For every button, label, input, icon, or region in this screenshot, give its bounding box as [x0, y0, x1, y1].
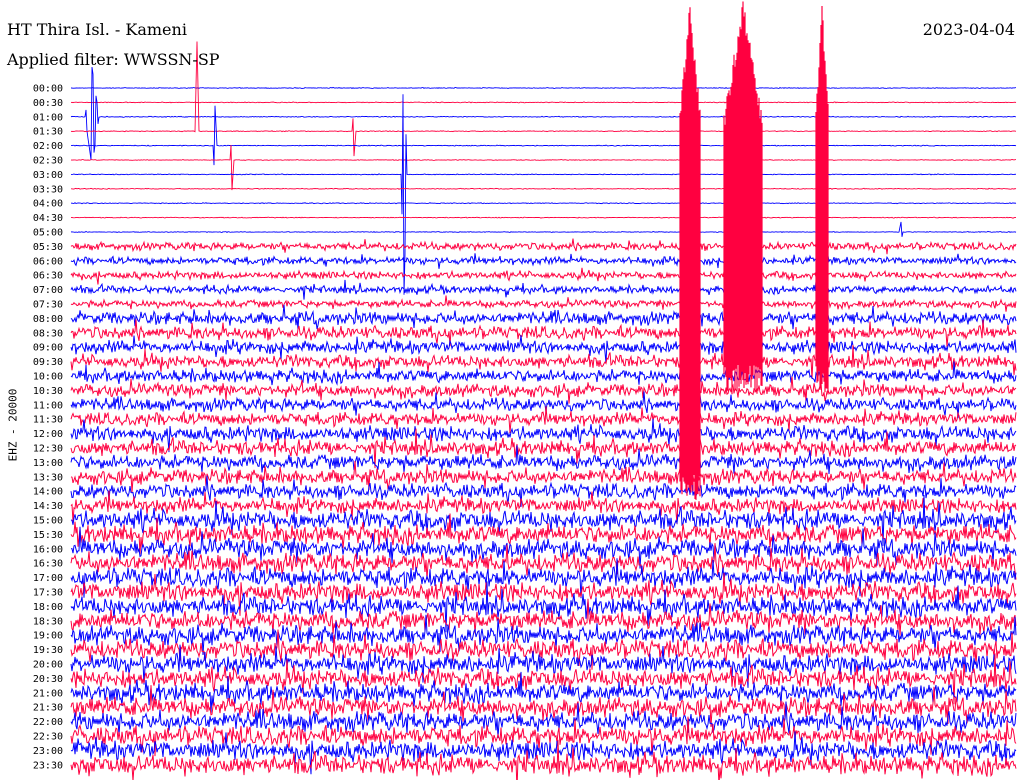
- tick-label: 11:00: [33, 400, 63, 411]
- tick-label: 03:00: [33, 170, 63, 181]
- tick-label: 12:00: [33, 429, 63, 440]
- tick-label: 12:30: [33, 444, 63, 455]
- tick-label: 16:30: [33, 559, 63, 570]
- trace-row-0330: [71, 187, 1017, 190]
- trace-row-0300: [71, 94, 1017, 295]
- trace-row-0830: [70, 319, 1017, 347]
- trace-row-0500: [70, 221, 1017, 237]
- tick-label: 09:00: [33, 343, 63, 354]
- tick-label: 05:30: [33, 242, 63, 253]
- tick-label: 15:30: [33, 530, 63, 541]
- tick-label: 17:00: [33, 573, 63, 584]
- tick-label: 03:30: [33, 184, 63, 195]
- tick-label: 23:00: [33, 746, 63, 757]
- filter-label: Applied filter: WWSSN-SP: [7, 50, 220, 69]
- trace-row-0230: [70, 144, 1017, 191]
- tick-label: 16:00: [33, 544, 63, 555]
- tick-label: 15:00: [33, 516, 63, 527]
- tick-label: 21:00: [33, 688, 63, 699]
- trace-row-0430: [70, 216, 1017, 219]
- station-title: HT Thira Isl. - Kameni: [7, 20, 187, 39]
- trace-row-0400: [70, 202, 1017, 205]
- tick-label: 14:30: [33, 501, 63, 512]
- trace-group: [70, 1, 1017, 780]
- tick-label: 02:30: [33, 156, 63, 167]
- tick-label: 07:00: [33, 285, 63, 296]
- channel-label: EHZ - 20000: [6, 388, 20, 462]
- helicorder-plot: 00:00 00:30 01:00 01:30 02:00 02:30 03:00 03:30…: [33, 1, 1017, 780]
- trace-row-0000: [71, 86, 1016, 90]
- tick-label: 00:30: [33, 98, 63, 109]
- event-burst-1: [679, 7, 701, 500]
- tick-label: 13:30: [33, 472, 63, 483]
- tick-label: 23:30: [33, 760, 63, 771]
- tick-label: 02:00: [33, 141, 63, 152]
- tick-label: 09:30: [33, 357, 63, 368]
- tick-label: 18:00: [33, 602, 63, 613]
- tick-label: 08:00: [33, 314, 63, 325]
- trace-row-0600: [70, 253, 1017, 269]
- tick-label: 06:00: [33, 256, 63, 267]
- tick-label: 14:00: [33, 487, 63, 498]
- tick-label: 18:30: [33, 616, 63, 627]
- trace-row-0730: [70, 295, 1017, 312]
- tick-label: 01:00: [33, 112, 63, 123]
- tick-label: 10:30: [33, 386, 63, 397]
- tick-label: 20:00: [33, 660, 63, 671]
- tick-label: 04:00: [33, 199, 63, 210]
- date-label: 2023-04-04: [922, 20, 1015, 39]
- trace-row-2030: [70, 653, 1017, 705]
- trace-row-1730: [70, 572, 1017, 616]
- event-burst-3: [815, 6, 829, 395]
- trace-row-1400: [70, 475, 1017, 507]
- tick-label: 11:30: [33, 415, 63, 426]
- trace-row-0530: [70, 238, 1017, 255]
- helicorder-view: 00:00 00:30 01:00 01:30 02:00 02:30 03:00 03:30…: [0, 0, 1024, 780]
- tick-label: 19:00: [33, 631, 63, 642]
- tick-label: 17:30: [33, 588, 63, 599]
- tick-label: 21:30: [33, 703, 63, 714]
- tick-label: 00:00: [33, 84, 63, 95]
- trace-row-0800: [70, 304, 1017, 330]
- tick-label: 13:00: [33, 458, 63, 469]
- tick-label: 08:30: [33, 328, 63, 339]
- tick-label: 06:30: [33, 271, 63, 282]
- trace-row-0700: [70, 279, 1017, 300]
- tick-label: 10:00: [33, 372, 63, 383]
- time-tick-labels: 00:00 00:30 01:00 01:30 02:00 02:30 03:00 03:30…: [33, 84, 63, 772]
- tick-label: 22:30: [33, 732, 63, 743]
- tick-label: 07:30: [33, 300, 63, 311]
- tick-label: 05:00: [33, 228, 63, 239]
- trace-row-0030: [70, 101, 1017, 104]
- trace-row-1500: [70, 494, 1017, 546]
- tick-label: 04:30: [33, 213, 63, 224]
- tick-label: 20:30: [33, 674, 63, 685]
- event-burst-2: [723, 1, 763, 395]
- tick-label: 01:30: [33, 127, 63, 138]
- trace-row-0200: [71, 105, 1017, 166]
- tick-label: 22:00: [33, 717, 63, 728]
- trace-row-1130: [70, 406, 1017, 434]
- tick-label: 19:30: [33, 645, 63, 656]
- trace-row-0630: [70, 267, 1017, 285]
